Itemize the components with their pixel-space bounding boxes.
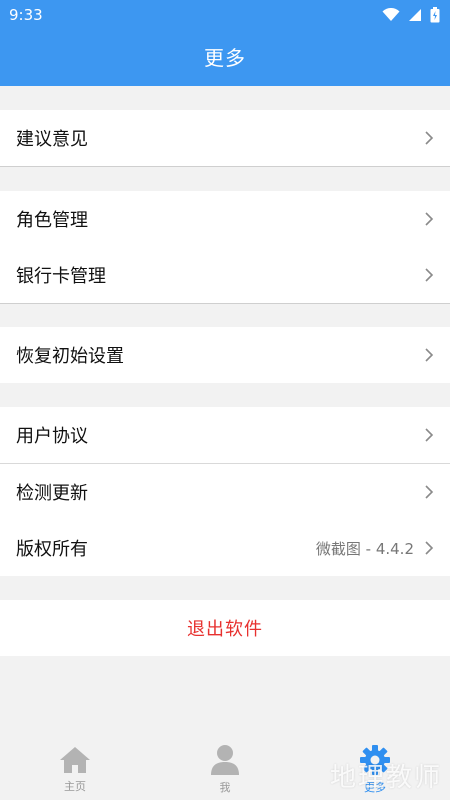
row-right: 微截图 - 4.4.2 <box>316 538 434 559</box>
app-header: 9:33 更多 <box>0 0 450 86</box>
exit-app-button[interactable]: 退出软件 <box>0 600 450 656</box>
chevron-right-icon <box>425 428 434 442</box>
row-agreement[interactable]: 用户协议 <box>0 407 450 463</box>
row-check-update[interactable]: 检测更新 <box>0 464 450 520</box>
battery-icon <box>430 7 440 23</box>
signal-icon <box>409 9 421 21</box>
row-label: 角色管理 <box>16 210 88 231</box>
status-icons <box>382 7 440 23</box>
divider <box>0 166 450 167</box>
group-about: 用户协议 检测更新 版权所有 微截图 - 4.4.2 <box>0 407 450 576</box>
user-icon <box>211 744 239 775</box>
chevron-right-icon <box>425 131 434 145</box>
row-label: 建议意见 <box>16 129 88 150</box>
row-roles[interactable]: 角色管理 <box>0 191 450 247</box>
group-management: 角色管理 银行卡管理 <box>0 191 450 304</box>
status-time: 9:33 <box>9 6 43 24</box>
chevron-right-icon <box>425 212 434 226</box>
tab-label: 我 <box>219 780 231 794</box>
home-icon <box>60 746 90 773</box>
row-label: 版权所有 <box>16 539 88 560</box>
row-label: 银行卡管理 <box>16 266 106 287</box>
tab-home[interactable]: 主页 <box>0 738 150 800</box>
bottom-tab-bar: 主页 我 更多 地理教师 <box>0 738 450 800</box>
group-reset: 恢复初始设置 <box>0 327 450 383</box>
status-bar: 9:33 <box>0 0 450 30</box>
row-bank-card[interactable]: 银行卡管理 <box>0 247 450 303</box>
group-feedback: 建议意见 <box>0 110 450 167</box>
page-title: 更多 <box>204 46 246 70</box>
chevron-right-icon <box>425 268 434 282</box>
chevron-right-icon <box>425 348 434 362</box>
row-reset[interactable]: 恢复初始设置 <box>0 327 450 383</box>
chevron-right-icon <box>425 485 434 499</box>
chevron-right-icon <box>425 541 434 555</box>
row-label: 用户协议 <box>16 426 88 447</box>
tab-label: 主页 <box>64 779 86 793</box>
row-label: 检测更新 <box>16 483 88 504</box>
row-copyright[interactable]: 版权所有 微截图 - 4.4.2 <box>0 520 450 576</box>
version-text: 微截图 - 4.4.2 <box>315 539 414 558</box>
tab-me[interactable]: 我 <box>150 738 300 800</box>
watermark-text: 地理教师 <box>329 763 442 793</box>
divider <box>0 303 450 304</box>
row-label: 恢复初始设置 <box>16 346 124 367</box>
wifi-icon <box>382 8 400 21</box>
row-feedback[interactable]: 建议意见 <box>0 110 450 166</box>
